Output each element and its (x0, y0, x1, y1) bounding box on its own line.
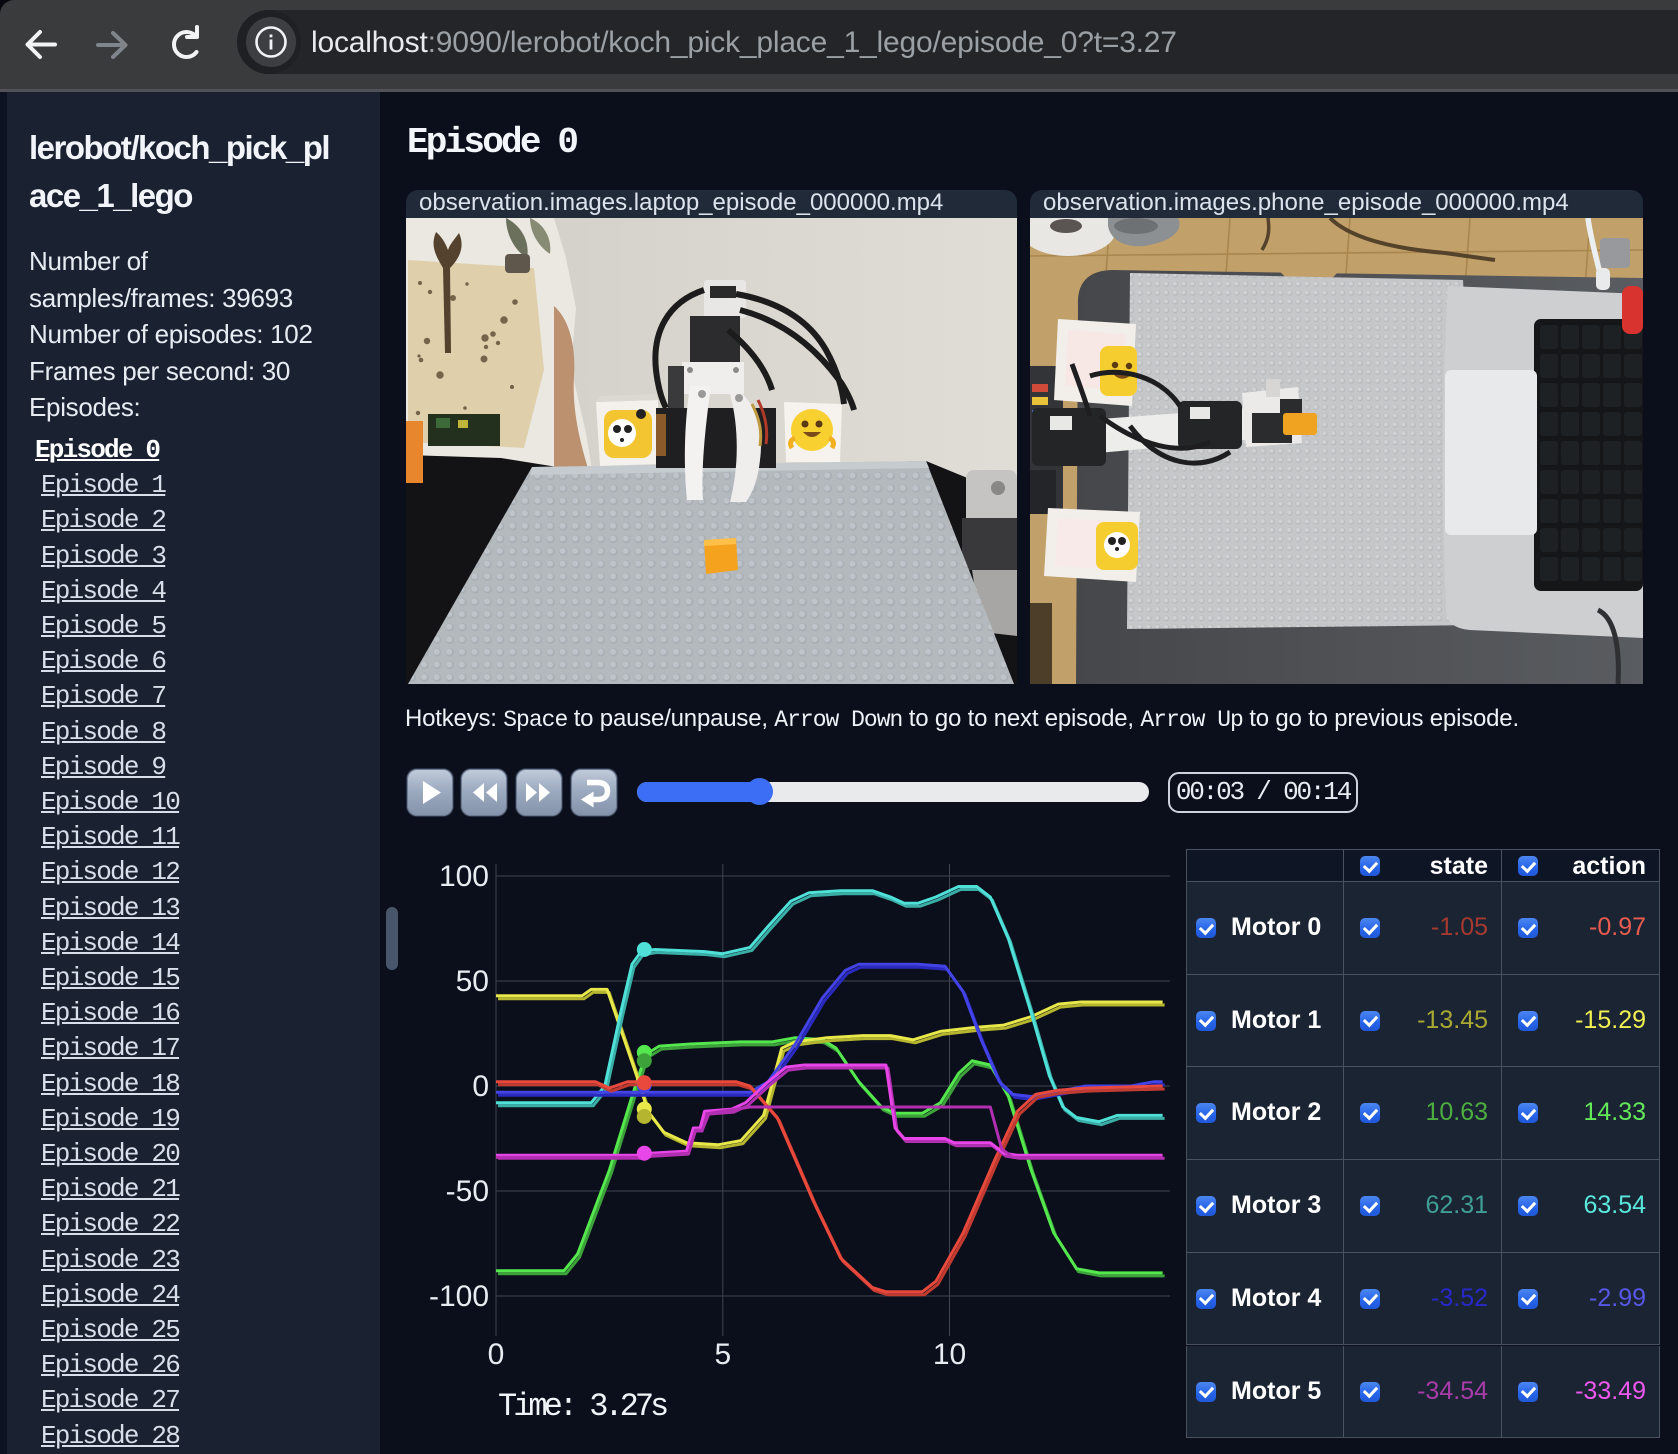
svg-text:0: 0 (472, 1070, 489, 1103)
svg-text:100: 100 (439, 860, 489, 893)
svg-text:10: 10 (933, 1338, 966, 1371)
svg-text:5: 5 (714, 1338, 731, 1371)
svg-text:0: 0 (488, 1338, 505, 1371)
svg-text:-100: -100 (429, 1280, 489, 1313)
svg-text:50: 50 (456, 965, 489, 998)
svg-text:-50: -50 (446, 1175, 489, 1208)
